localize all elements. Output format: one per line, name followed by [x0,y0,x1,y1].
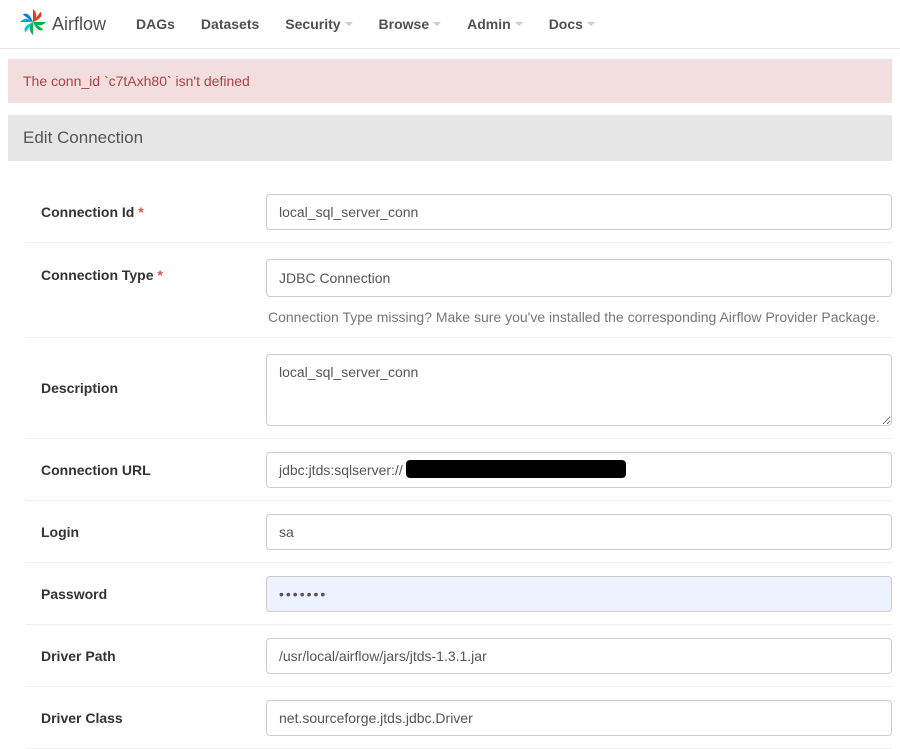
form-row-driver-path: Driver Path [26,625,892,687]
chevron-down-icon [587,22,595,26]
panel-title: Edit Connection [23,128,143,147]
driver-class-input[interactable] [266,700,892,736]
nav-dags[interactable]: DAGs [136,16,175,32]
nav-browse[interactable]: Browse [379,16,442,32]
nav-admin[interactable]: Admin [467,16,523,32]
conn-type-selected: JDBC Connection [279,270,390,286]
conn-url-input[interactable] [266,452,892,488]
label-conn-url: Connection URL [26,462,266,478]
nav-docs-label: Docs [549,16,583,32]
label-password: Password [26,586,266,602]
chevron-down-icon [345,22,353,26]
nav-browse-label: Browse [379,16,430,32]
label-driver-class: Driver Class [26,710,266,726]
label-login: Login [26,524,266,540]
airflow-logo-icon [18,7,52,42]
label-conn-id: Connection Id * [26,204,266,220]
nav-security[interactable]: Security [285,16,352,32]
form-row-conn-type: Connection Type * JDBC Connection Connec… [26,243,892,338]
label-text: Connection URL [41,462,151,478]
form-row-login: Login [26,501,892,563]
label-text: Driver Class [41,710,123,726]
nav-dags-label: DAGs [136,16,175,32]
nav-admin-label: Admin [467,16,511,32]
panel-body: Connection Id * Connection Type * JDBC C… [8,161,892,749]
form-row-description: Description [26,338,892,439]
required-asterisk: * [138,204,143,220]
edit-connection-form: Connection Id * Connection Type * JDBC C… [26,181,892,749]
label-text: Connection Id [41,204,134,220]
alert-message: The conn_id `c7tAxh80` isn't defined [23,73,250,89]
nav-links: DAGs Datasets Security Browse Admin Docs [136,16,595,32]
nav-datasets-label: Datasets [201,16,259,32]
label-text: Password [41,586,107,602]
form-row-password: Password [26,563,892,625]
driver-path-input[interactable] [266,638,892,674]
chevron-down-icon [433,22,441,26]
label-text: Driver Path [41,648,116,664]
form-row-conn-url: Connection URL [26,439,892,501]
label-driver-path: Driver Path [26,648,266,664]
label-description: Description [26,354,266,396]
form-row-driver-class: Driver Class [26,687,892,749]
password-input[interactable] [266,576,892,612]
alert-error: The conn_id `c7tAxh80` isn't defined [8,59,892,103]
conn-type-help: Connection Type missing? Make sure you'v… [266,309,892,325]
brand[interactable]: Airflow [18,7,106,42]
label-text: Login [41,524,79,540]
description-input[interactable] [266,354,892,426]
navbar: Airflow DAGs Datasets Security Browse Ad… [0,0,900,48]
form-row-conn-id: Connection Id * [26,181,892,243]
conn-id-input[interactable] [266,194,892,230]
label-conn-type: Connection Type * [26,259,266,283]
nav-datasets[interactable]: Datasets [201,16,259,32]
brand-name: Airflow [52,14,106,35]
label-text: Description [41,380,118,396]
panel-header: Edit Connection [8,115,892,161]
nav-security-label: Security [285,16,340,32]
chevron-down-icon [515,22,523,26]
nav-docs[interactable]: Docs [549,16,595,32]
label-text: Connection Type [41,267,154,283]
conn-type-select[interactable]: JDBC Connection [266,259,892,297]
login-input[interactable] [266,514,892,550]
required-asterisk: * [157,267,162,283]
